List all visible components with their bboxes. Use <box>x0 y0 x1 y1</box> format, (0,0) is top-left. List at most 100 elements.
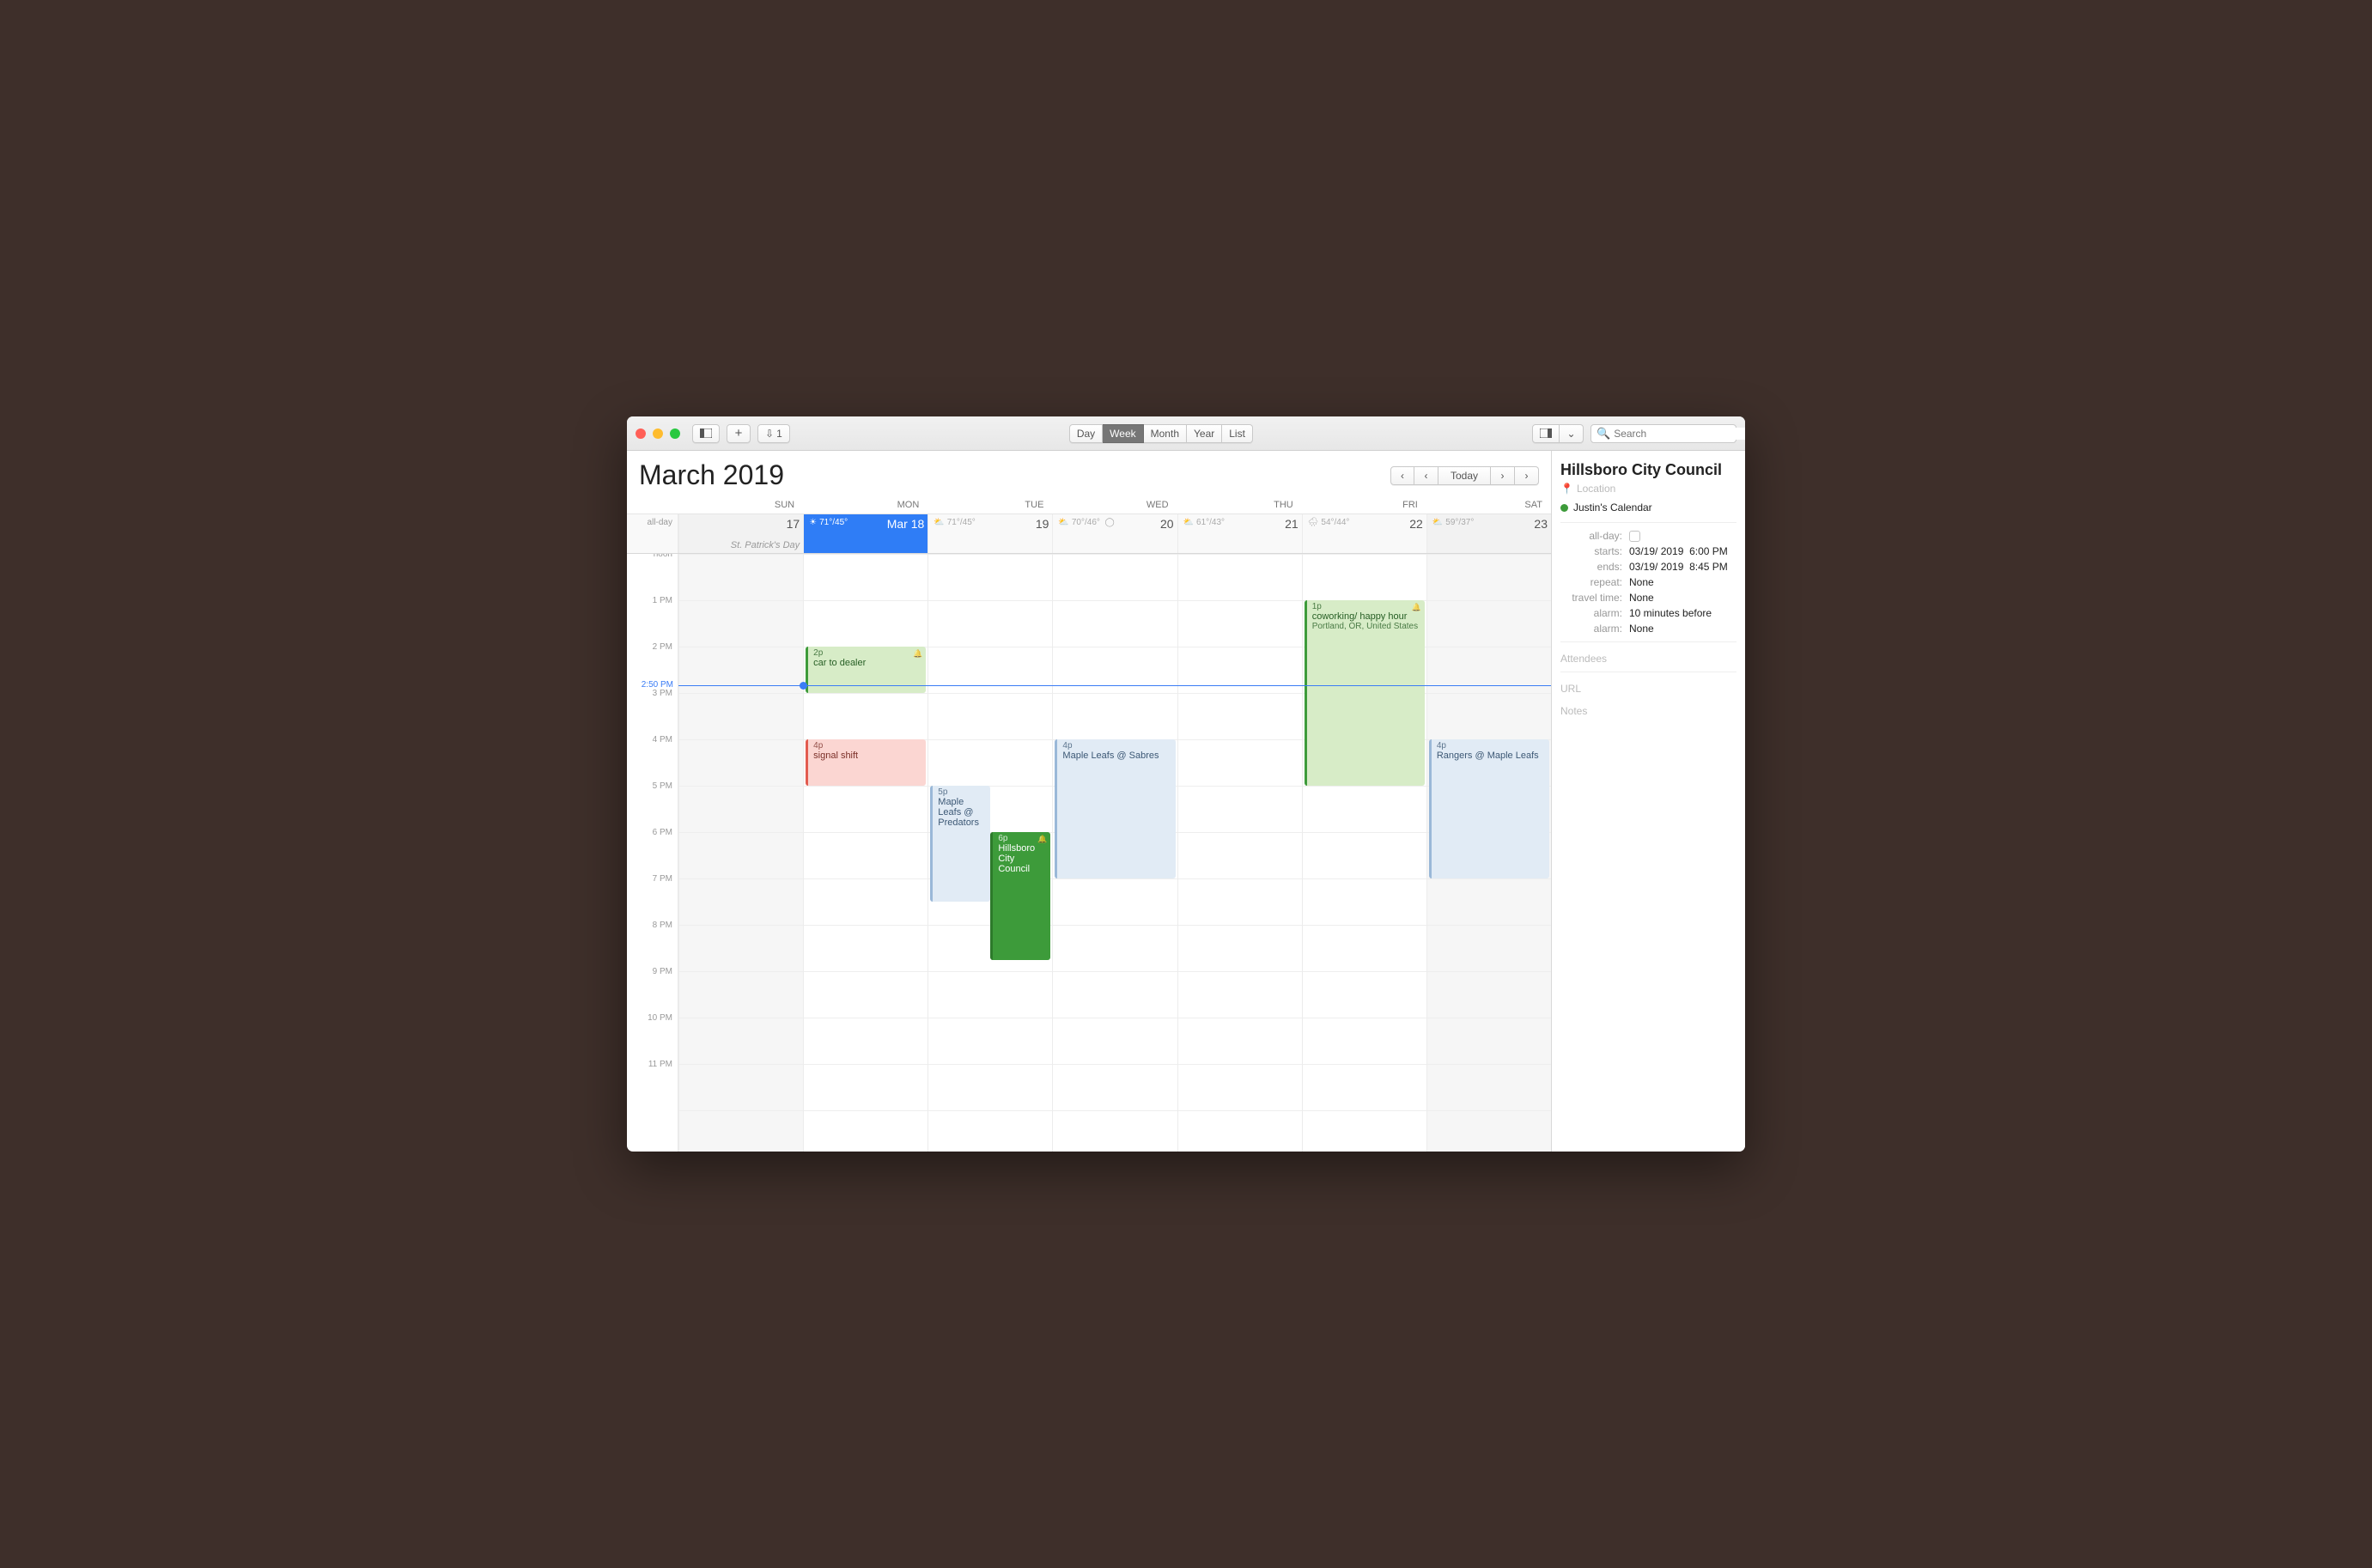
date-navigator: ‹ ‹ Today › › <box>1390 466 1539 485</box>
event[interactable]: 1pcoworking/ happy hourPortland, OR, Uni… <box>1305 600 1425 786</box>
toggle-sidebar-button[interactable] <box>692 424 720 443</box>
search-field[interactable]: 🔍 <box>1590 424 1736 443</box>
weekday-header: SAT <box>1426 500 1551 510</box>
content-area: March 2019 ‹ ‹ Today › › SUNMONTUEWEDTHU… <box>627 451 1745 1152</box>
allday-cell[interactable]: 17 St. Patrick's Day <box>678 514 803 553</box>
allday-cell[interactable]: ⛅ 70°/46° ◯ 20 <box>1052 514 1177 553</box>
hour-gutter: noon1 PM2 PM3 PM4 PM5 PM6 PM7 PM8 PM9 PM… <box>627 554 678 1152</box>
view-switcher: DayWeekMonthYearList <box>1069 424 1253 443</box>
calendar-window: + ⇩ 1 DayWeekMonthYearList ⌄ 🔍 March 201… <box>627 416 1745 1152</box>
calendar-color-swatch <box>1560 504 1568 512</box>
today-button[interactable]: Today <box>1438 466 1491 485</box>
next-week-button[interactable]: › <box>1515 466 1539 485</box>
weather-icon: ⛅ 71°/45° <box>934 518 975 527</box>
hour-label: 1 PM <box>627 595 678 641</box>
day-column[interactable]: 2pcar to dealer🔔4psignal shift <box>803 554 928 1152</box>
inspector-dropdown-button[interactable]: ⌄ <box>1560 424 1584 443</box>
row-starts[interactable]: starts: 03/19/ 2019 6:00 PM <box>1560 545 1736 557</box>
allday-checkbox[interactable] <box>1629 531 1640 542</box>
week-grid[interactable]: noon1 PM2 PM3 PM4 PM5 PM6 PM7 PM8 PM9 PM… <box>627 554 1551 1152</box>
day-column[interactable]: 5pMaple Leafs @ Predators6pHillsboro Cit… <box>928 554 1052 1152</box>
pin-icon: 📍 <box>1560 483 1573 495</box>
attendees-field[interactable]: Attendees <box>1560 653 1736 665</box>
inbox-button[interactable]: ⇩ 1 <box>757 424 790 443</box>
now-time-label: 2:50 PM <box>627 680 677 690</box>
inspector-title[interactable]: Hillsboro City Council <box>1560 461 1736 479</box>
inspector-calendar[interactable]: Justin's Calendar <box>1560 501 1736 514</box>
event[interactable]: 4psignal shift <box>806 739 926 786</box>
holiday-label: St. Patrick's Day <box>731 540 800 550</box>
calendar-header: March 2019 ‹ ‹ Today › › <box>627 451 1551 496</box>
chevron-down-icon: ⌄ <box>1566 428 1575 440</box>
now-line <box>678 685 1551 686</box>
hour-label: 9 PM <box>627 966 678 1012</box>
hour-label: noon <box>627 554 678 595</box>
day-number: 20 <box>1160 517 1174 531</box>
bell-icon: 🔔 <box>1037 835 1047 844</box>
allday-row: all-day 17 St. Patrick's Day ☀ 71°/45° Mar … <box>627 514 1551 554</box>
calendar-pane: March 2019 ‹ ‹ Today › › SUNMONTUEWEDTHU… <box>627 451 1551 1152</box>
day-number: 22 <box>1409 517 1423 531</box>
day-number: Mar 18 <box>887 517 925 531</box>
download-icon: ⇩ <box>765 428 774 440</box>
event-inspector: Hillsboro City Council 📍 Location Justin… <box>1551 451 1745 1152</box>
inspector-toggle-button[interactable] <box>1532 424 1560 443</box>
inspector-toggle-group: ⌄ <box>1532 424 1584 443</box>
prev-week-button[interactable]: ‹ <box>1390 466 1414 485</box>
weather-icon: ⛅ 61°/43° <box>1183 518 1225 527</box>
minimize-window-button[interactable] <box>653 428 663 439</box>
allday-cell[interactable]: ⛅ 59°/37° 23 <box>1426 514 1551 553</box>
row-ends[interactable]: ends: 03/19/ 2019 8:45 PM <box>1560 561 1736 573</box>
hour-label: 4 PM <box>627 734 678 781</box>
inbox-count: 1 <box>776 428 782 440</box>
day-number: 17 <box>787 517 800 531</box>
day-number: 21 <box>1285 517 1299 531</box>
day-column[interactable]: 4pMaple Leafs @ Sabres <box>1052 554 1177 1152</box>
prev-day-button[interactable]: ‹ <box>1414 466 1438 485</box>
day-column[interactable] <box>678 554 803 1152</box>
view-week[interactable]: Week <box>1103 424 1143 443</box>
event-selected[interactable]: 6pHillsboro City Council🔔 <box>990 832 1050 960</box>
day-column[interactable]: 4pRangers @ Maple Leafs <box>1426 554 1551 1152</box>
close-window-button[interactable] <box>636 428 646 439</box>
view-month[interactable]: Month <box>1144 424 1187 443</box>
url-field[interactable]: URL <box>1560 683 1736 695</box>
hour-label: 11 PM <box>627 1059 678 1105</box>
row-repeat[interactable]: repeat: None <box>1560 576 1736 588</box>
event[interactable]: 4pRangers @ Maple Leafs <box>1429 739 1549 878</box>
bell-icon: 🔔 <box>1412 603 1421 612</box>
allday-cell[interactable]: ☀ 71°/45° Mar 18 <box>803 514 928 553</box>
hour-label: 8 PM <box>627 920 678 966</box>
now-dot <box>800 682 807 690</box>
weather-icon: ⛅ 59°/37° <box>1432 518 1474 527</box>
allday-cell[interactable]: 🌧 54°/44° 22 <box>1302 514 1426 553</box>
weather-icon: 🌧 54°/44° <box>1308 518 1350 527</box>
event[interactable]: 5pMaple Leafs @ Predators <box>930 786 990 902</box>
new-event-button[interactable]: + <box>727 424 751 443</box>
day-column[interactable]: 1pcoworking/ happy hourPortland, OR, Uni… <box>1302 554 1426 1152</box>
search-icon: 🔍 <box>1597 427 1610 441</box>
row-alarm-1[interactable]: alarm: 10 minutes before <box>1560 607 1736 619</box>
weekday-header: WED <box>1052 500 1177 510</box>
hour-label: 6 PM <box>627 827 678 873</box>
day-number: 23 <box>1534 517 1548 531</box>
allday-cell[interactable]: ⛅ 61°/43° 21 <box>1177 514 1302 553</box>
search-input[interactable] <box>1614 428 1745 440</box>
row-alarm-2[interactable]: alarm: None <box>1560 623 1736 635</box>
row-travel-time[interactable]: travel time: None <box>1560 592 1736 604</box>
weather-icon: ☀ 71°/45° <box>809 518 848 527</box>
weekday-header: MON <box>803 500 928 510</box>
allday-label: all-day <box>627 514 678 553</box>
view-list[interactable]: List <box>1222 424 1253 443</box>
zoom-window-button[interactable] <box>670 428 680 439</box>
inspector-location[interactable]: 📍 Location <box>1560 483 1736 495</box>
weather-icon: ⛅ 70°/46° ◯ <box>1058 518 1114 527</box>
next-day-button[interactable]: › <box>1491 466 1515 485</box>
view-day[interactable]: Day <box>1069 424 1103 443</box>
event[interactable]: 4pMaple Leafs @ Sabres <box>1055 739 1175 878</box>
notes-field[interactable]: Notes <box>1560 705 1736 717</box>
allday-cell[interactable]: ⛅ 71°/45°19 <box>928 514 1052 553</box>
day-column[interactable] <box>1177 554 1302 1152</box>
view-year[interactable]: Year <box>1187 424 1222 443</box>
hour-label: 3 PM <box>627 688 678 734</box>
